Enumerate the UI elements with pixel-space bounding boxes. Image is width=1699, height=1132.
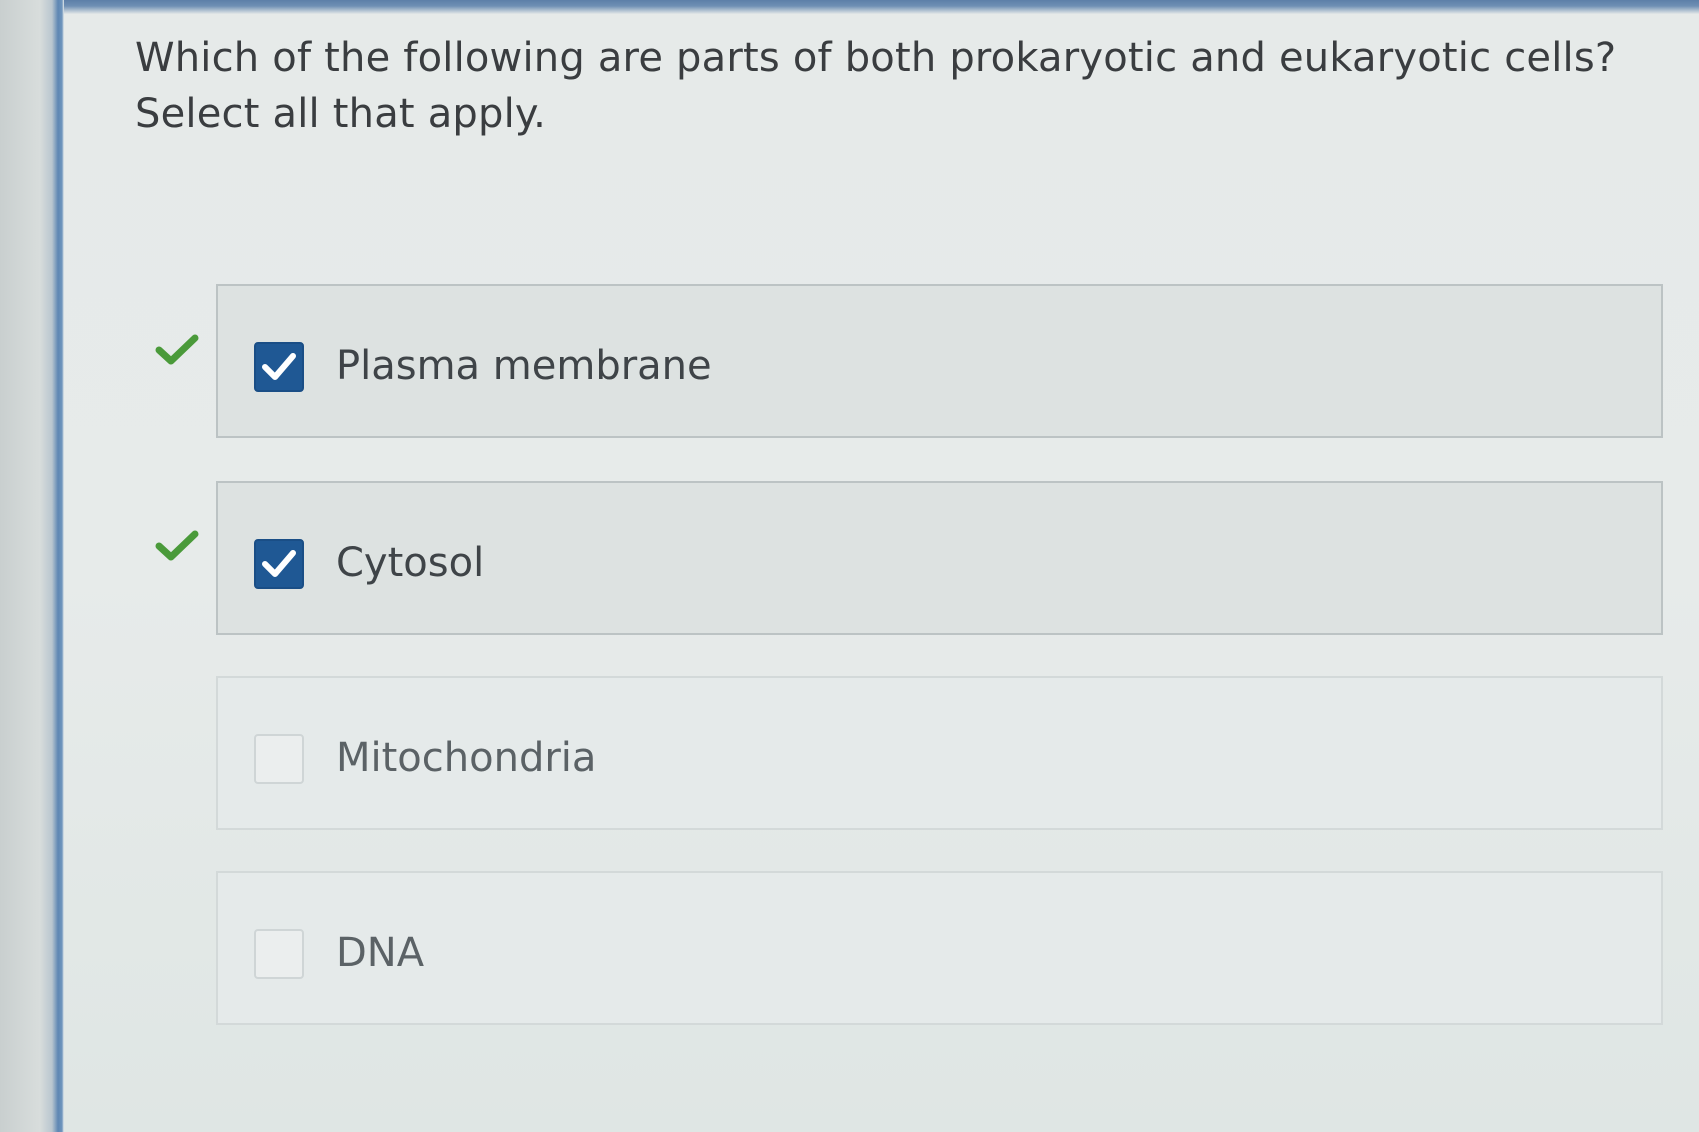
option-row-mitochondria[interactable]: Mitochondria	[216, 676, 1663, 830]
panel-top-edge	[64, 0, 1699, 14]
option-label: Mitochondria	[336, 735, 597, 781]
option-label: Plasma membrane	[336, 343, 712, 389]
option-row-plasma-membrane[interactable]: Plasma membrane	[216, 284, 1663, 438]
checkbox-unchecked[interactable]	[254, 929, 304, 979]
correct-indicator-icon	[155, 334, 199, 365]
checkbox-checked[interactable]	[254, 342, 304, 392]
checkbox-checked[interactable]	[254, 539, 304, 589]
option-row-dna[interactable]: DNA	[216, 871, 1663, 1025]
option-row-cytosol[interactable]: Cytosol	[216, 481, 1663, 635]
screen-background: Which of the following are parts of both…	[0, 0, 1699, 1132]
option-label: Cytosol	[336, 540, 485, 586]
question-text: Which of the following are parts of both…	[135, 35, 1617, 137]
check-icon	[262, 550, 296, 577]
checkbox-unchecked[interactable]	[254, 734, 304, 784]
check-icon	[262, 353, 296, 380]
option-label: DNA	[336, 930, 425, 976]
correct-indicator-icon	[155, 530, 199, 561]
